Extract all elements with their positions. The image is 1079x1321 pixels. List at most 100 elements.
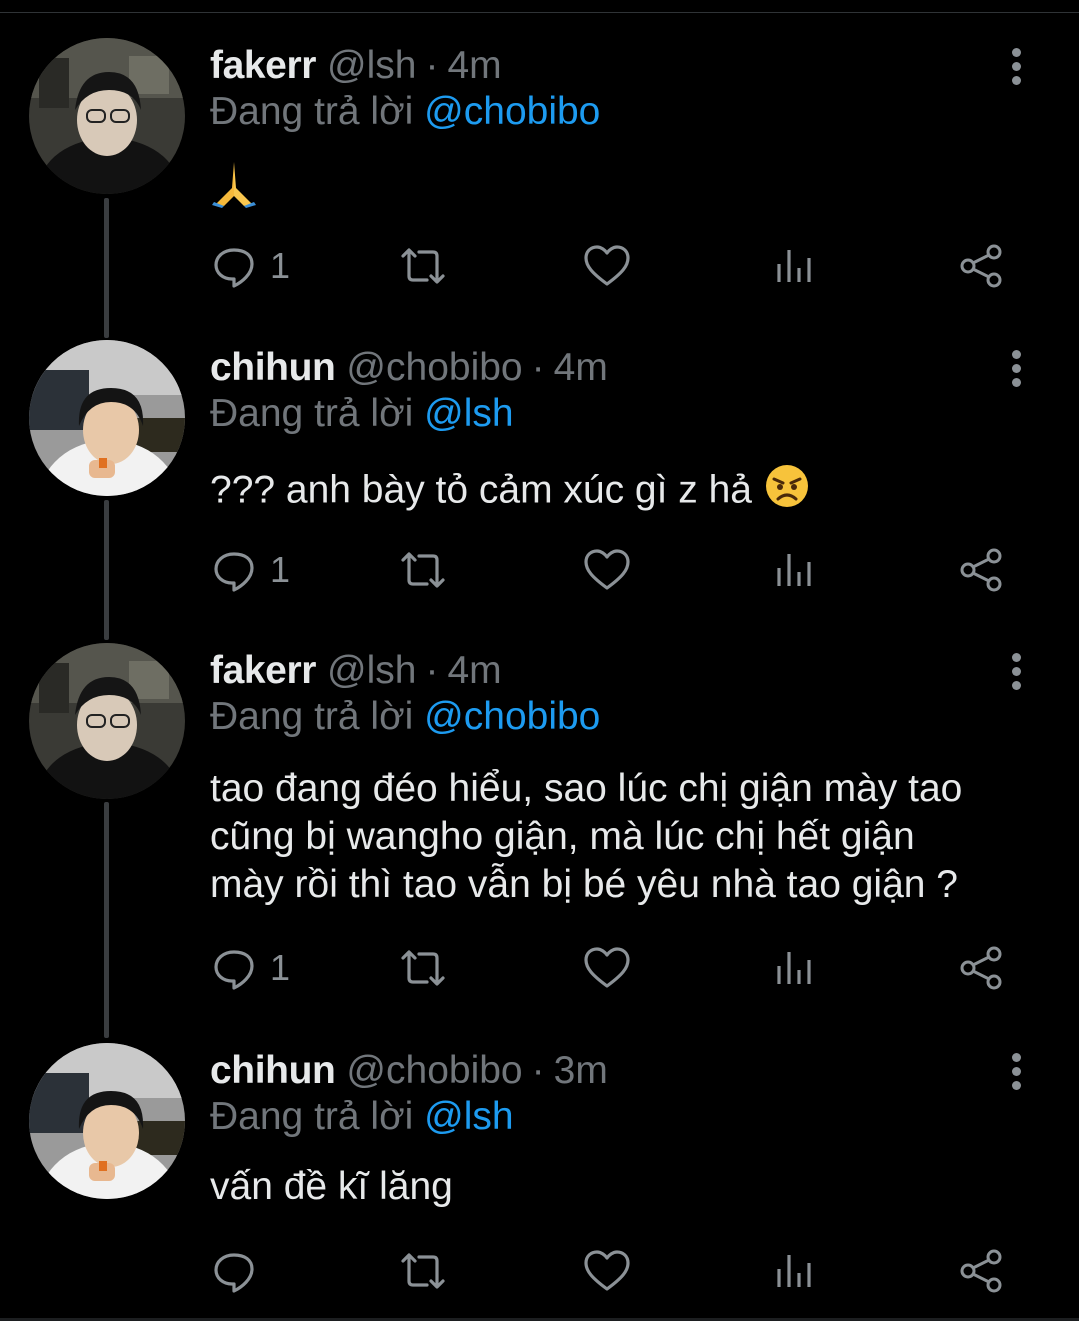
tweet-text-content: ??? anh bày tỏ cảm xúc gì z hả [210, 468, 753, 512]
replying-to: Đang trả lời @lsh [210, 392, 514, 436]
replying-to: Đang trả lời @lsh [210, 1095, 514, 1139]
heart-icon [584, 1250, 630, 1291]
user-handle[interactable]: @chobibo [346, 1049, 522, 1093]
heart-icon [584, 549, 630, 590]
folded-hands-icon [210, 158, 258, 220]
angry-face-icon [763, 462, 811, 522]
analytics-icon [777, 952, 811, 984]
display-name[interactable]: chihun [210, 346, 336, 390]
retweet-button[interactable] [395, 241, 451, 291]
timestamp[interactable]: 4m [447, 649, 501, 693]
tweet[interactable]: fakerr @lsh · 4m Đang trả lời @chobibo 1 [0, 38, 1079, 328]
reply-button[interactable]: 1 [210, 943, 290, 993]
tweet-text: tao đang đéo hiểu, sao lúc chị giận mày … [210, 765, 1040, 909]
replying-to-mention[interactable]: @chobibo [424, 90, 600, 133]
top-divider [0, 12, 1079, 13]
replying-to-label: Đang trả lời [210, 392, 414, 435]
tweet-text: vấn đề kĩ lăng [210, 1163, 1040, 1211]
tweet-actions: 1 [210, 943, 1020, 993]
share-icon [960, 946, 1002, 990]
tweet-text-content: vấn đề kĩ lăng [210, 1165, 453, 1208]
reply-count: 1 [270, 947, 291, 988]
reply-count: 1 [270, 245, 291, 286]
avatar[interactable] [29, 340, 185, 496]
tweet-header: fakerr @lsh · 4m [210, 643, 502, 699]
tweet-actions: 1 [210, 241, 1020, 291]
more-options-button[interactable] [1005, 1051, 1027, 1095]
like-button[interactable] [582, 943, 632, 993]
analytics-button[interactable] [775, 1246, 815, 1296]
replying-to-label: Đang trả lời [210, 90, 414, 133]
like-button[interactable] [582, 1246, 632, 1296]
reply-count: 1 [270, 549, 291, 590]
reply-icon [214, 950, 254, 990]
reply-button[interactable]: 1 [210, 241, 290, 291]
analytics-icon [777, 1255, 811, 1287]
replying-to-mention[interactable]: @lsh [424, 1095, 513, 1138]
analytics-button[interactable] [775, 943, 815, 993]
tweet[interactable]: chihun @chobibo · 3m Đang trả lời @lsh v… [0, 1043, 1079, 1313]
replying-to: Đang trả lời @chobibo [210, 90, 600, 134]
retweet-button[interactable] [395, 545, 451, 595]
reply-button[interactable]: 1 [210, 545, 290, 595]
tweet-header: chihun @chobibo · 3m [210, 1043, 608, 1099]
more-options-button[interactable] [1005, 46, 1027, 90]
replying-to-label: Đang trả lời [210, 1095, 414, 1138]
timestamp[interactable]: 4m [554, 346, 608, 390]
share-button[interactable] [958, 943, 1006, 993]
tweet-actions: 1 [210, 545, 1020, 595]
share-button[interactable] [958, 545, 1006, 595]
separator-dot: · [531, 1049, 545, 1092]
display-name[interactable]: fakerr [210, 44, 316, 88]
avatar[interactable] [29, 38, 185, 194]
tweet-text-line: tao đang đéo hiểu, sao lúc chị giận mày … [210, 767, 963, 810]
tweet-text-line: mày rồi thì tao vẫn bị bé yêu nhà tao gi… [210, 863, 958, 906]
reply-icon [214, 248, 254, 288]
replying-to-label: Đang trả lời [210, 695, 414, 738]
analytics-icon [777, 554, 811, 586]
tweet-actions [210, 1246, 1020, 1296]
heart-icon [584, 245, 630, 286]
heart-icon [584, 947, 630, 988]
separator-dot: · [531, 346, 545, 389]
retweet-icon [401, 1253, 445, 1289]
timestamp[interactable]: 4m [447, 44, 501, 88]
share-button[interactable] [958, 1246, 1006, 1296]
share-button[interactable] [958, 241, 1006, 291]
user-handle[interactable]: @lsh [327, 44, 416, 88]
replying-to-mention[interactable]: @chobibo [424, 695, 600, 738]
retweet-icon [401, 950, 445, 986]
more-options-button[interactable] [1005, 348, 1027, 392]
replying-to-mention[interactable]: @lsh [424, 392, 513, 435]
separator-dot: · [425, 44, 439, 87]
avatar[interactable] [29, 1043, 185, 1199]
timestamp[interactable]: 3m [554, 1049, 608, 1093]
display-name[interactable]: fakerr [210, 649, 316, 693]
share-icon [960, 1249, 1002, 1293]
reply-icon [214, 552, 254, 592]
tweet-text: ??? anh bày tỏ cảm xúc gì z hả [210, 462, 1040, 522]
user-handle[interactable]: @lsh [327, 649, 416, 693]
tweet-header: fakerr @lsh · 4m [210, 38, 502, 94]
reply-icon [214, 1253, 254, 1293]
retweet-button[interactable] [395, 1246, 451, 1296]
user-handle[interactable]: @chobibo [346, 346, 522, 390]
tweet-header: chihun @chobibo · 4m [210, 340, 608, 396]
display-name[interactable]: chihun [210, 1049, 336, 1093]
like-button[interactable] [582, 241, 632, 291]
like-button[interactable] [582, 545, 632, 595]
tweet[interactable]: fakerr @lsh · 4m Đang trả lời @chobibo t… [0, 643, 1079, 1023]
avatar[interactable] [29, 643, 185, 799]
analytics-icon [777, 250, 811, 282]
tweet-text [210, 158, 1040, 220]
retweet-button[interactable] [395, 943, 451, 993]
tweet[interactable]: chihun @chobibo · 4m Đang trả lời @lsh ?… [0, 340, 1079, 630]
analytics-button[interactable] [775, 241, 815, 291]
analytics-button[interactable] [775, 545, 815, 595]
reply-button[interactable] [210, 1246, 270, 1296]
tweet-text-line: cũng bị wangho giận, mà lúc chị hết giận [210, 815, 915, 858]
more-options-button[interactable] [1005, 651, 1027, 695]
retweet-icon [401, 552, 445, 588]
retweet-icon [401, 248, 445, 284]
separator-dot: · [425, 649, 439, 692]
